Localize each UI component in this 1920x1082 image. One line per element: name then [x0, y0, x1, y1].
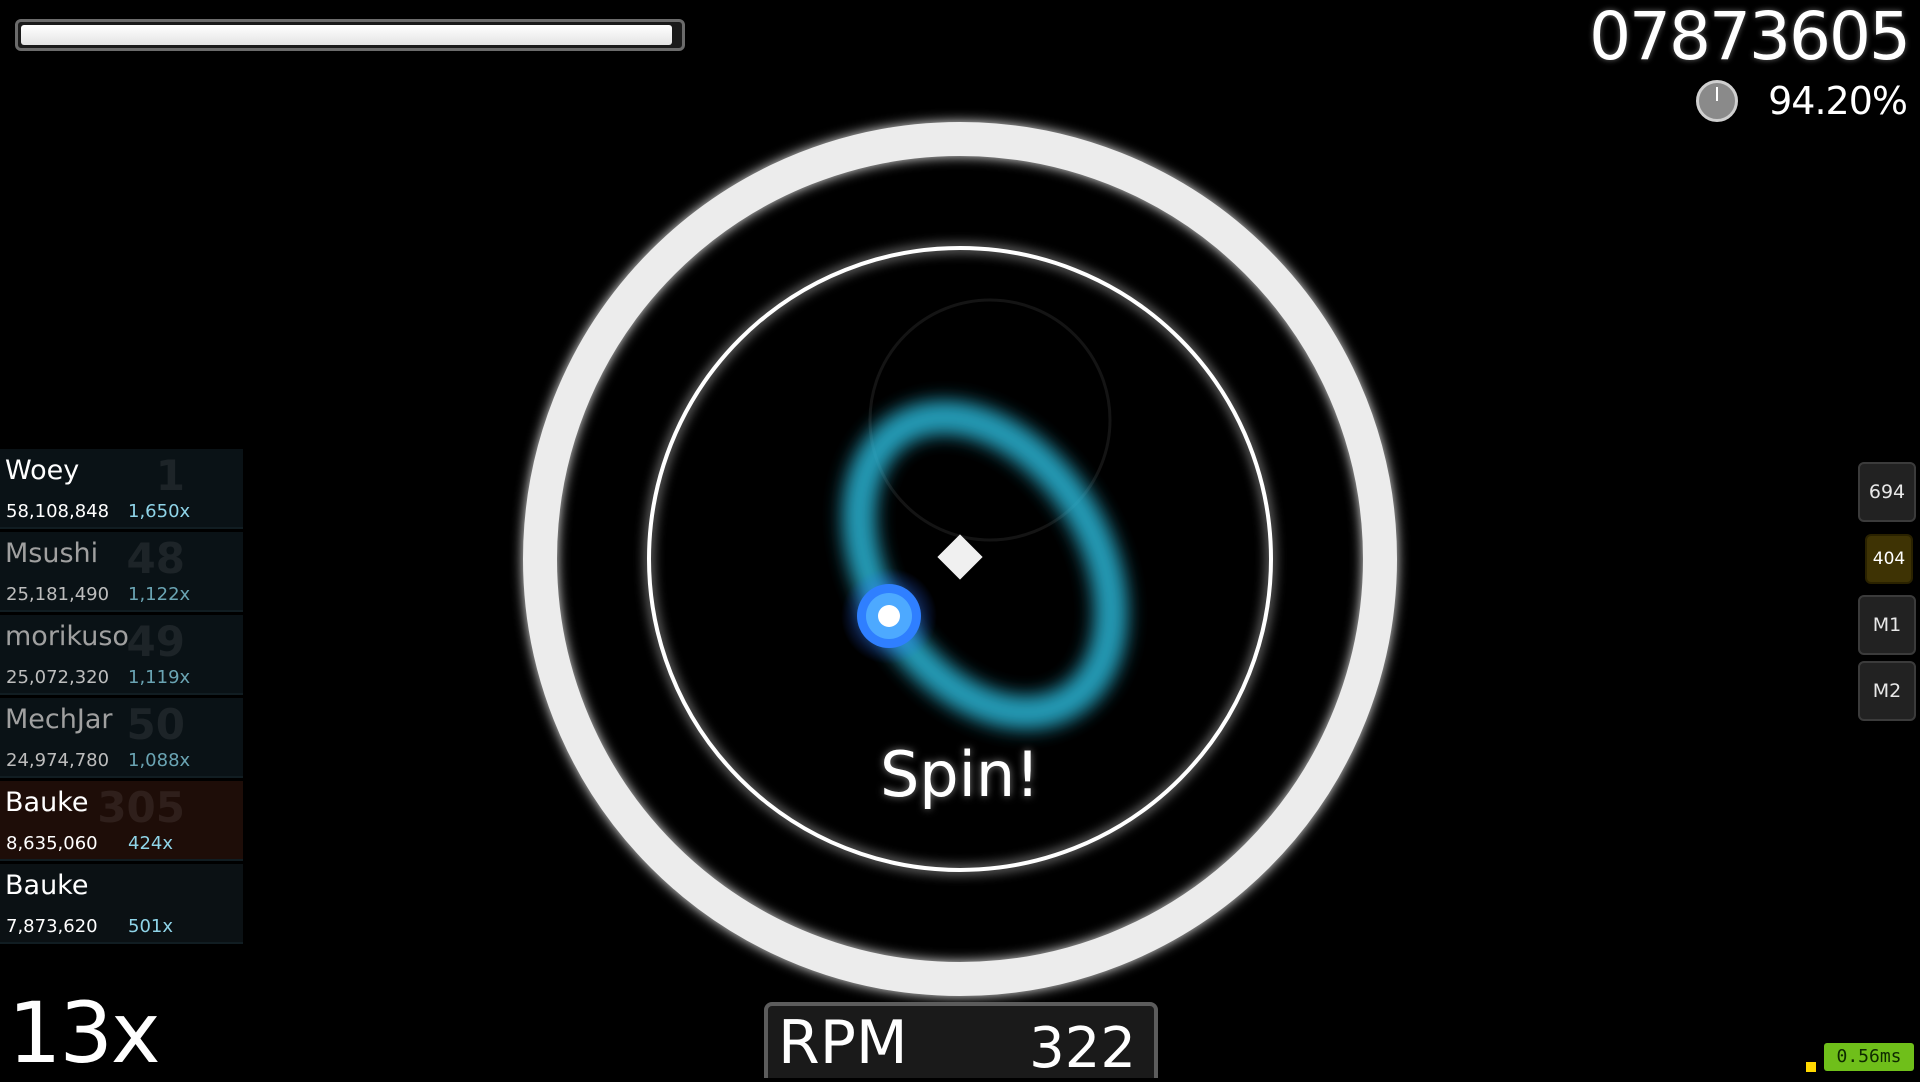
spinner-center-diamond — [937, 534, 983, 580]
key-counter-k1: 694 — [1858, 462, 1916, 522]
rpm-meter: RPM 322 — [764, 1002, 1158, 1081]
key-counter-k2: 404 — [1865, 534, 1913, 584]
latency-display: 0.56ms — [1824, 1043, 1914, 1071]
key-counter-m1: M1 — [1858, 595, 1916, 655]
cursor-center — [878, 605, 900, 627]
latency-indicator-icon — [1806, 1062, 1816, 1072]
key-counter-m2: M2 — [1858, 661, 1916, 721]
spinner — [523, 122, 1397, 996]
rpm-value: 322 — [1029, 1016, 1136, 1081]
spin-prompt: Spin! — [879, 738, 1041, 811]
combo-counter: 13x — [8, 984, 161, 1082]
rpm-label: RPM — [778, 1008, 908, 1078]
